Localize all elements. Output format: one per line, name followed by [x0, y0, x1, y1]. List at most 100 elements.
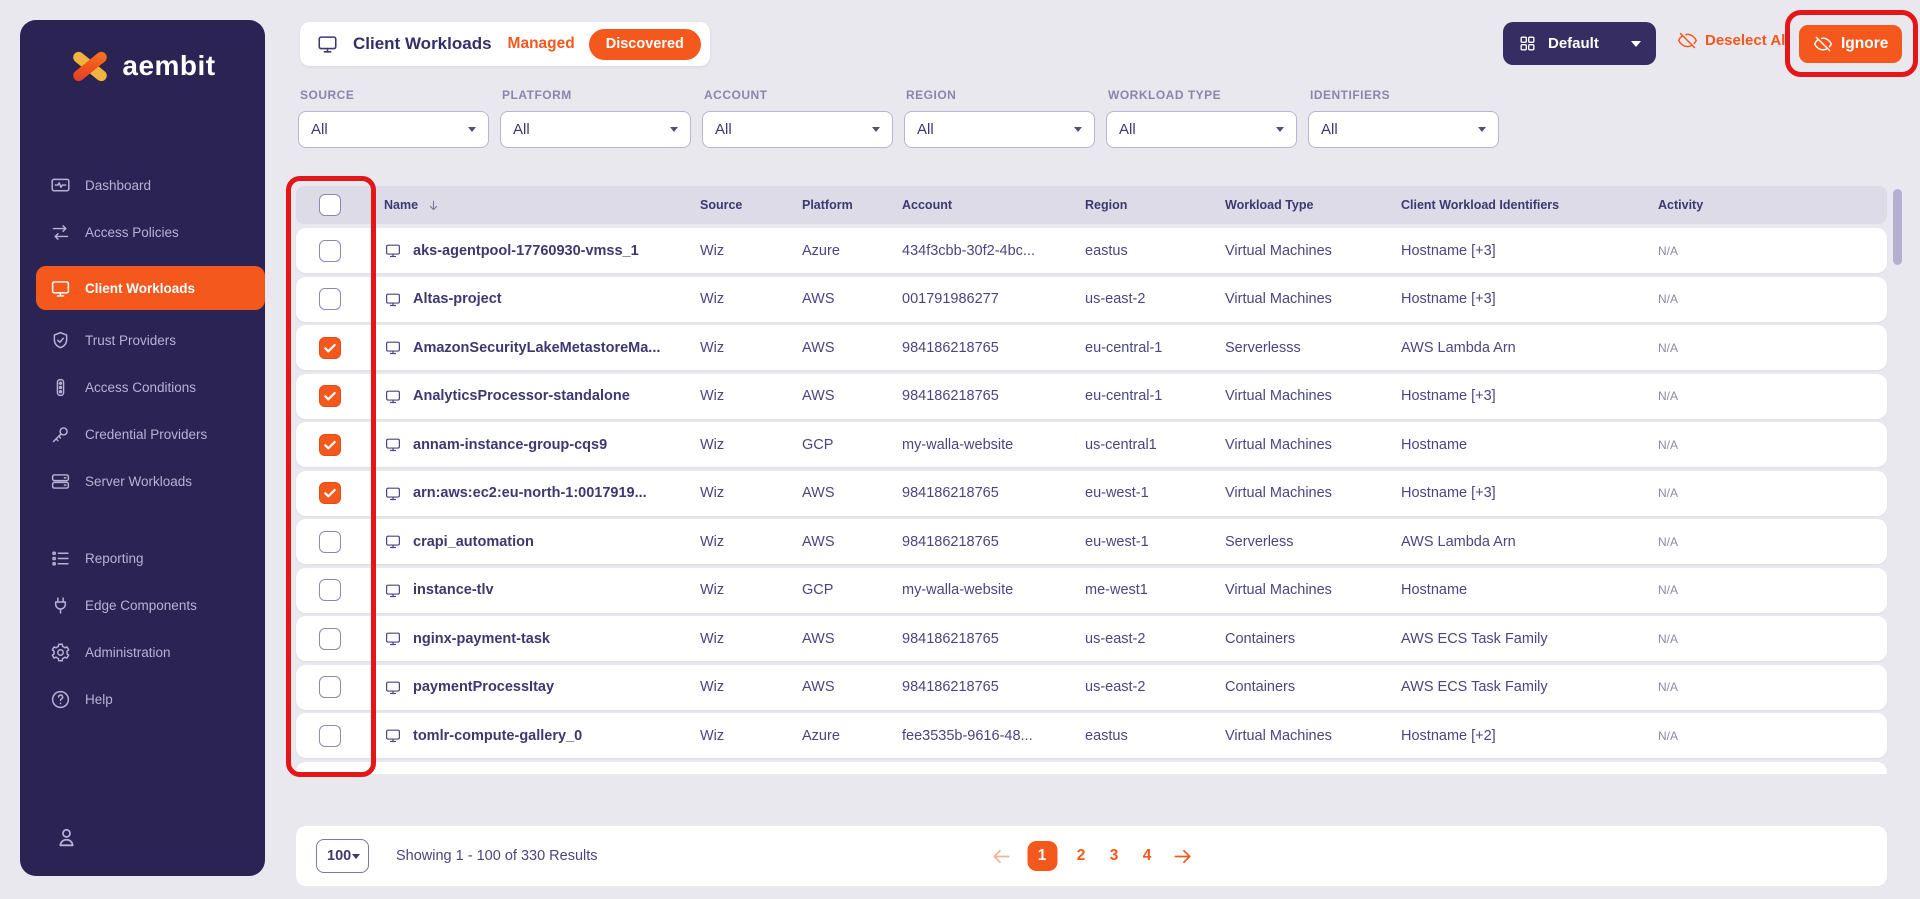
workload-name-cell[interactable]: instance-tlv	[364, 582, 700, 599]
help-icon	[50, 689, 71, 710]
column-header-workload-type[interactable]: Workload Type	[1225, 198, 1401, 212]
workload-name-cell[interactable]: AmazonSecurityLakeMetastoreMa...	[364, 339, 700, 356]
column-header-account[interactable]: Account	[902, 198, 1085, 212]
cell-account: 984186218765	[902, 630, 999, 647]
view-selector-dropdown[interactable]: Default	[1503, 22, 1656, 65]
row-checkbox[interactable]	[319, 385, 341, 407]
row-checkbox-cell	[296, 288, 364, 310]
sidebar-item-reporting[interactable]: Reporting	[20, 538, 265, 578]
cell-identifiers: Hostname	[1401, 436, 1468, 453]
cell-region: us-east-2	[1085, 630, 1146, 647]
cell-platform: GCP	[802, 436, 834, 453]
filter-identifiers-select[interactable]: All	[1308, 111, 1499, 148]
table-row: Altas-project Wiz AWS 001791986277 us-east-2…	[296, 276, 1887, 322]
filter-value: All	[1321, 121, 1338, 138]
cell-account: 984186218765	[902, 485, 999, 501]
workload-name-cell[interactable]: aks-agentpool-17760930-vmss_1	[364, 242, 700, 259]
chevron-down-icon	[1631, 40, 1641, 47]
page-number-4[interactable]: 4	[1138, 847, 1156, 865]
client-workloads-icon	[50, 278, 71, 299]
filter-label: IDENTIFIERS	[1310, 88, 1391, 102]
access-policies-icon	[50, 222, 71, 243]
cell-source: Wiz	[700, 485, 725, 501]
cell-identifiers: AWS ECS Task Family	[1401, 679, 1548, 695]
cell-platform: Azure	[802, 727, 840, 744]
page-number-2[interactable]: 2	[1072, 847, 1090, 865]
sidebar-item-help[interactable]: Help	[20, 679, 265, 719]
filter-source-select[interactable]: All	[298, 111, 489, 148]
monitor-icon	[384, 436, 402, 453]
trust-providers-icon	[50, 330, 71, 351]
tab-managed[interactable]: Managed	[508, 35, 575, 53]
chevron-down-icon	[1276, 127, 1284, 132]
row-checkbox[interactable]	[319, 288, 341, 310]
filter-region-select[interactable]: All	[904, 111, 1095, 148]
row-checkbox[interactable]	[319, 433, 341, 456]
cell-platform: GCP	[802, 582, 834, 598]
table-row: AmazonSecurityLakeMetastoreMa... Wiz AWS 98…	[296, 325, 1887, 370]
column-header-platform[interactable]: Platform	[802, 198, 902, 212]
workload-name-cell[interactable]: crapi_automation	[364, 533, 700, 550]
table-row: paymentProcessItay Wiz AWS 984186218765 us-e…	[296, 664, 1887, 710]
vertical-scrollbar[interactable]	[1893, 189, 1902, 265]
row-checkbox[interactable]	[319, 579, 341, 601]
sidebar-item-administration[interactable]: Administration	[20, 632, 265, 672]
workload-name-cell[interactable]: annam-instance-group-cqs9	[364, 436, 700, 453]
column-header-region[interactable]: Region	[1085, 198, 1225, 212]
deselect-all-label: Deselect All	[1705, 32, 1790, 49]
workload-name-cell[interactable]: paymentProcessItay	[364, 679, 700, 696]
filter-account-select[interactable]: All	[702, 111, 893, 148]
tab-discovered[interactable]: Discovered	[588, 28, 701, 60]
cell-activity: N/A	[1658, 243, 1679, 258]
page-size-select[interactable]: 100	[316, 839, 369, 873]
cell-identifiers: Hostname [+3]	[1401, 242, 1496, 259]
select-all-checkbox[interactable]	[319, 194, 341, 216]
workload-name: paymentProcessItay	[413, 679, 555, 695]
sidebar-item-credential-providers[interactable]: Credential Providers	[20, 414, 265, 454]
table-header-row: Name Source Platform Account Region Workload …	[296, 186, 1887, 224]
user-avatar-icon[interactable]	[54, 825, 79, 850]
ignore-button[interactable]: Ignore	[1799, 25, 1903, 63]
column-header-client-workload-identifiers[interactable]: Client Workload Identifiers	[1401, 198, 1658, 212]
row-checkbox[interactable]	[319, 676, 341, 698]
sidebar-item-dashboard[interactable]: Dashboard	[20, 165, 265, 205]
filter-workload-type-select[interactable]: All	[1106, 111, 1297, 148]
workload-name: arn:aws:ec2:eu-north-1:0017919...	[413, 485, 647, 501]
row-checkbox[interactable]	[319, 530, 341, 553]
filter-platform-select[interactable]: All	[500, 111, 691, 148]
workload-name-cell[interactable]: arn:aws:ec2:eu-north-1:0017919...	[364, 485, 700, 502]
page-number-3[interactable]: 3	[1105, 847, 1123, 865]
column-header-label: Name	[384, 198, 419, 212]
row-checkbox-cell	[296, 579, 364, 601]
column-header-activity[interactable]: Activity	[1658, 198, 1887, 212]
row-checkbox[interactable]	[319, 724, 341, 747]
table-row: instance-tlv Wiz GCP my-walla-website me-wes…	[296, 567, 1887, 613]
sidebar-item-label: Access Policies	[85, 224, 179, 240]
previous-page-arrow[interactable]	[989, 845, 1012, 868]
column-header-source[interactable]: Source	[700, 198, 802, 212]
workload-name-cell[interactable]: tomlr-compute-gallery_0	[364, 727, 700, 744]
row-checkbox[interactable]	[319, 627, 341, 650]
sidebar-item-server-workloads[interactable]: Server Workloads	[20, 461, 265, 501]
workload-name-cell[interactable]: nginx-payment-task	[364, 630, 700, 647]
filter-account: ACCOUNT All	[702, 88, 893, 148]
sidebar-item-access-conditions[interactable]: Access Conditions	[20, 367, 265, 407]
sidebar-item-trust-providers[interactable]: Trust Providers	[20, 320, 265, 360]
cell-workload-type: Virtual Machines	[1225, 388, 1332, 404]
chevron-down-icon	[670, 127, 678, 132]
sidebar-item-client-workloads[interactable]: Client Workloads	[36, 266, 265, 310]
row-checkbox[interactable]	[319, 239, 341, 262]
row-checkbox[interactable]	[319, 482, 341, 504]
cell-activity: N/A	[1658, 534, 1679, 549]
next-page-arrow[interactable]	[1171, 845, 1194, 868]
sidebar-item-label: Edge Components	[85, 597, 197, 613]
brand-logo: aembit	[20, 48, 265, 84]
page-number-1[interactable]: 1	[1027, 841, 1057, 871]
deselect-all-button[interactable]: Deselect All	[1677, 30, 1790, 51]
row-checkbox[interactable]	[319, 336, 341, 359]
sidebar-item-edge-components[interactable]: Edge Components	[20, 585, 265, 625]
column-header-name[interactable]: Name	[364, 198, 700, 213]
workload-name-cell[interactable]: AnalyticsProcessor-standalone	[364, 388, 700, 405]
workload-name-cell[interactable]: Altas-project	[364, 291, 700, 308]
sidebar-item-access-policies[interactable]: Access Policies	[20, 212, 265, 252]
